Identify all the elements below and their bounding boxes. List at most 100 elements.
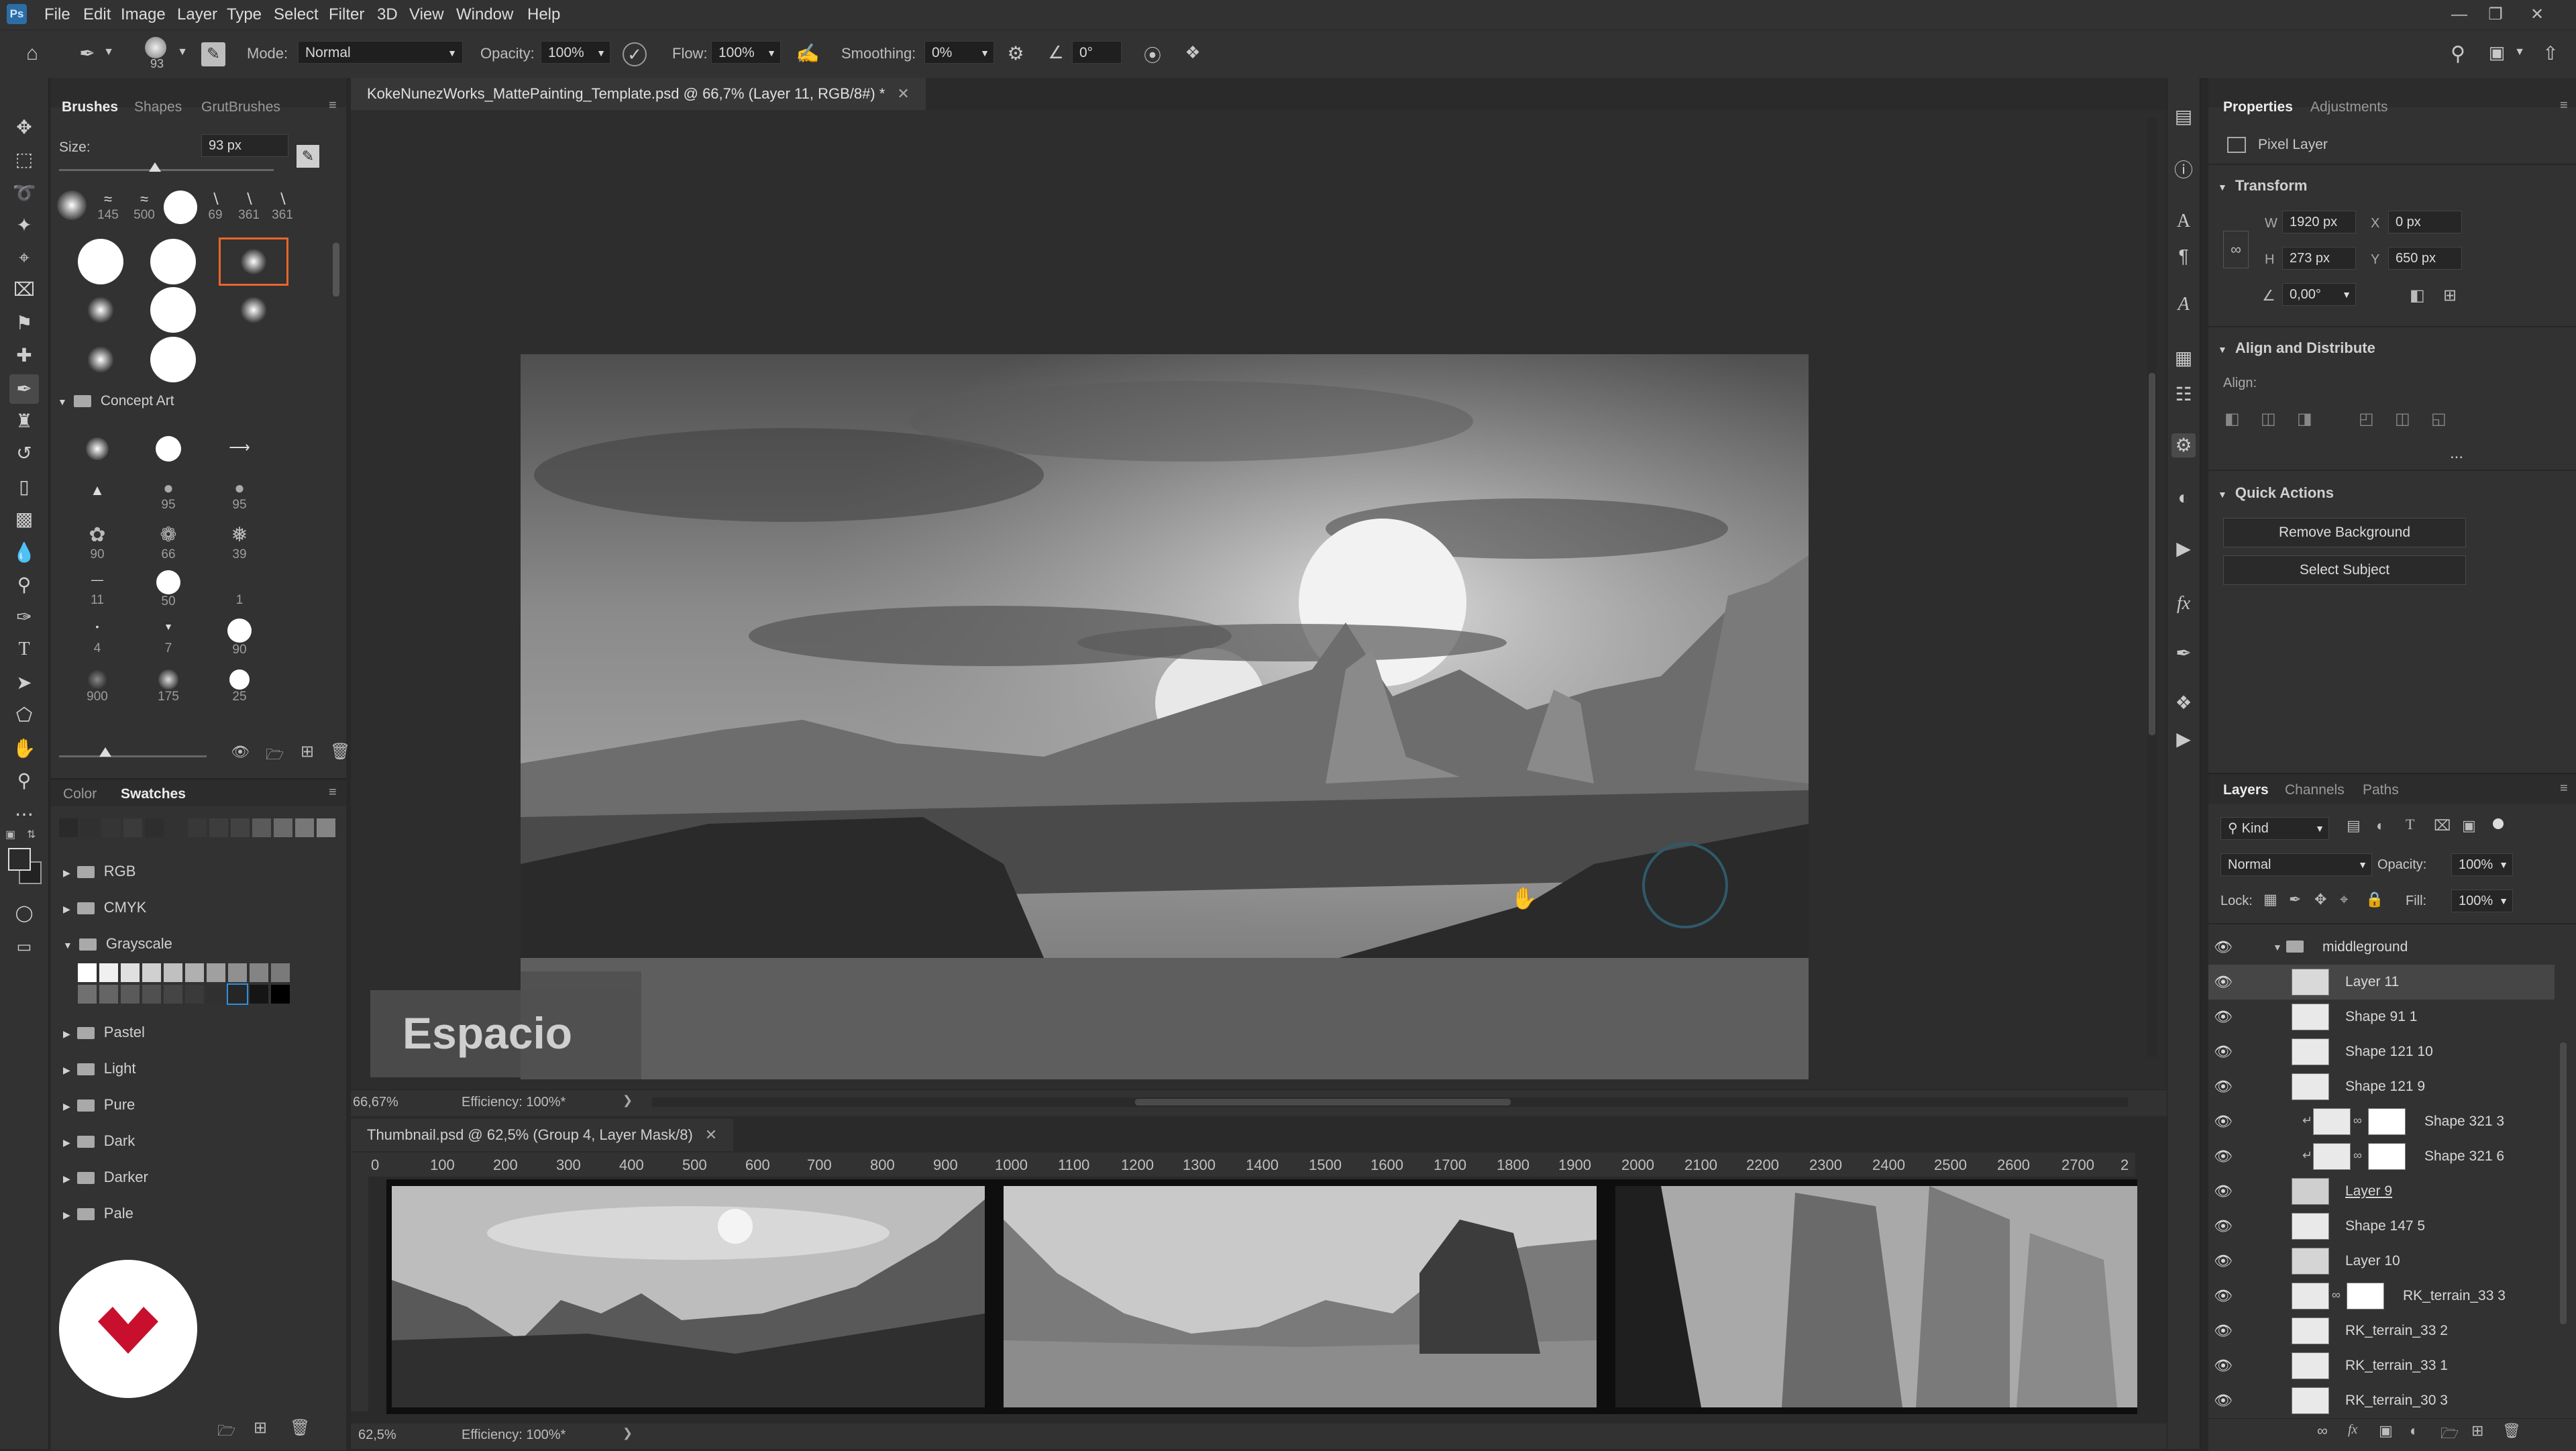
brush-settings-icon[interactable]: ✎: [201, 42, 225, 66]
workspace-icon[interactable]: ▣: [2483, 42, 2510, 66]
lasso-tool-icon[interactable]: ➰: [9, 178, 39, 208]
swatch[interactable]: [250, 963, 268, 982]
layer-row-clipped[interactable]: 👁 ↵ ∞ Shape 321 6: [2208, 1139, 2555, 1174]
brush-angle-field[interactable]: 0°: [1072, 41, 1122, 64]
lock-image-icon[interactable]: ✒: [2289, 891, 2301, 908]
y-field[interactable]: 650 px: [2388, 247, 2462, 270]
tab-properties[interactable]: Properties: [2223, 99, 2293, 115]
swatch-group-pale[interactable]: ▶ Pale: [63, 1205, 133, 1222]
visibility-eye-icon[interactable]: 👁: [2214, 1356, 2233, 1375]
brush-thumb-size-handle[interactable]: [99, 747, 111, 757]
swatch[interactable]: [185, 963, 204, 982]
size-field[interactable]: 93 px: [201, 134, 288, 157]
brush-tip-soft-3[interactable]: [87, 346, 114, 373]
swatch[interactable]: [78, 963, 97, 982]
link-wh-icon[interactable]: ∞: [2223, 231, 2249, 268]
actions-icon[interactable]: ▶: [2171, 537, 2196, 561]
opacity-field[interactable]: 100% ▼: [541, 41, 610, 64]
menu-view[interactable]: View: [409, 0, 444, 30]
character-icon[interactable]: A: [2171, 209, 2196, 233]
panel-menu-icon[interactable]: ≡: [329, 785, 337, 800]
mode-select[interactable]: Normal ▼: [298, 41, 463, 64]
new-brush-icon[interactable]: ✎: [297, 145, 319, 168]
layer-row[interactable]: 👁 Shape 121 10: [2208, 1034, 2555, 1069]
quick-actions-section[interactable]: ▼ Quick Actions: [2218, 484, 2334, 502]
filter-smart-object-icon[interactable]: ▣: [2462, 817, 2476, 835]
clone-source-icon[interactable]: ❖: [2171, 691, 2196, 715]
visibility-eye-icon[interactable]: 👁: [2214, 1077, 2233, 1096]
swatch-group-grayscale[interactable]: ▼ Grayscale: [63, 935, 172, 953]
filter-toggle-icon[interactable]: [2493, 818, 2504, 829]
tab-grutbrushes[interactable]: GrutBrushes: [201, 99, 280, 115]
shape-tool-icon[interactable]: ⬠: [9, 700, 39, 730]
brush-angle-icon[interactable]: ∠: [1044, 42, 1068, 66]
concept-art-group[interactable]: ▼ Concept Art: [58, 393, 174, 409]
align-center-h-icon[interactable]: ◫: [2261, 409, 2276, 429]
adjustments-icon[interactable]: ◐: [2171, 486, 2196, 510]
blur-tool-icon[interactable]: 💧: [9, 538, 39, 568]
menu-window[interactable]: Window: [456, 0, 513, 30]
layer-row[interactable]: 👁 RK_terrain_30 3: [2208, 1383, 2555, 1415]
pressure-size-icon[interactable]: ⦿: [1140, 42, 1165, 66]
brush-tool-icon[interactable]: ✒: [75, 42, 99, 66]
recent-brush-5[interactable]: ∖ 69: [200, 191, 231, 223]
document-tab-main[interactable]: KokeNunezWorks_MattePainting_Template.ps…: [351, 78, 926, 110]
glyphs-icon[interactable]: A: [2171, 292, 2196, 317]
zoom-readout[interactable]: 66,67%: [353, 1095, 398, 1110]
magic-wand-tool-icon[interactable]: ✦: [9, 211, 39, 240]
close-icon[interactable]: ✕: [2524, 3, 2551, 27]
marquee-tool-icon[interactable]: ⬚: [9, 145, 39, 174]
visibility-eye-icon[interactable]: 👁: [2214, 938, 2233, 957]
lock-transparent-icon[interactable]: ▦: [2263, 891, 2277, 908]
type-tool-icon[interactable]: T: [9, 635, 39, 664]
concept-brush[interactable]: ⟶: [223, 439, 256, 456]
select-subject-button[interactable]: Select Subject: [2223, 555, 2466, 585]
menu-type[interactable]: Type: [227, 0, 262, 30]
visibility-eye-icon[interactable]: 👁: [2214, 1391, 2233, 1410]
add-mask-icon[interactable]: ▣: [2379, 1422, 2393, 1440]
adjustment-layer-icon[interactable]: ◐: [2410, 1422, 2418, 1440]
search-icon[interactable]: ⚲: [2446, 42, 2470, 66]
menu-select[interactable]: Select: [274, 0, 319, 30]
default-colors-icon[interactable]: ▣: [5, 828, 20, 841]
layer-row[interactable]: 👁 Shape 147 5: [2208, 1209, 2555, 1244]
home-icon[interactable]: ⌂: [19, 42, 46, 66]
swap-colors-icon[interactable]: ⇅: [27, 828, 42, 841]
fill-field[interactable]: 100% ▼: [2451, 890, 2513, 912]
transform-section[interactable]: ▼ Transform: [2218, 177, 2307, 195]
swatch[interactable]: [121, 985, 140, 1004]
menu-3d[interactable]: 3D: [377, 0, 398, 30]
brush-preview-icon[interactable]: [145, 37, 166, 58]
brush-tip-hard-4[interactable]: [150, 337, 196, 382]
delete-layer-icon[interactable]: 🗑: [2502, 1422, 2521, 1440]
brush-settings-panel-icon[interactable]: ✒: [2171, 641, 2196, 665]
visibility-eye-icon[interactable]: 👁: [2214, 1042, 2233, 1061]
menu-image[interactable]: Image: [121, 0, 166, 30]
brush-tip-hard-1[interactable]: [78, 239, 123, 284]
brush-tip-hard-3[interactable]: [150, 287, 196, 333]
dodge-tool-icon[interactable]: ⚲: [9, 570, 39, 600]
flip-horizontal-icon[interactable]: ◧: [2410, 286, 2425, 305]
recent-brush-4[interactable]: [164, 191, 197, 224]
layer-filter-select[interactable]: ⚲ Kind ▼: [2220, 817, 2329, 840]
layer-row-clipped[interactable]: 👁 ↵ ∞ Shape 321 3: [2208, 1104, 2555, 1139]
align-right-icon[interactable]: ◨: [2297, 409, 2312, 429]
visibility-eye-icon[interactable]: 👁: [2214, 1217, 2233, 1236]
thumbnail-zoom-readout[interactable]: 62,5%: [358, 1428, 396, 1443]
lock-artboard-icon[interactable]: ⌖: [2340, 891, 2348, 908]
align-bottom-icon[interactable]: ◱: [2431, 409, 2447, 429]
layer-row[interactable]: 👁 RK_terrain_33 2: [2208, 1313, 2555, 1348]
concept-brush[interactable]: 25: [223, 669, 256, 704]
concept-brush[interactable]: 175: [152, 669, 185, 704]
concept-brush[interactable]: ❁ 66: [152, 523, 185, 562]
new-brush-button-icon[interactable]: ⊞: [301, 742, 314, 761]
swatch-group-darker[interactable]: ▶ Darker: [63, 1169, 148, 1186]
swatch[interactable]: [250, 985, 268, 1004]
concept-brush[interactable]: ▼ 7: [152, 621, 185, 656]
layer-row[interactable]: 👁 ∞ RK_terrain_33 3: [2208, 1279, 2555, 1313]
new-layer-icon[interactable]: ⊞: [2471, 1422, 2483, 1440]
concept-brush[interactable]: 90: [223, 619, 256, 657]
delete-brush-icon[interactable]: 🗑: [330, 742, 350, 761]
menu-file[interactable]: File: [44, 0, 70, 30]
size-slider-track[interactable]: [59, 169, 274, 171]
